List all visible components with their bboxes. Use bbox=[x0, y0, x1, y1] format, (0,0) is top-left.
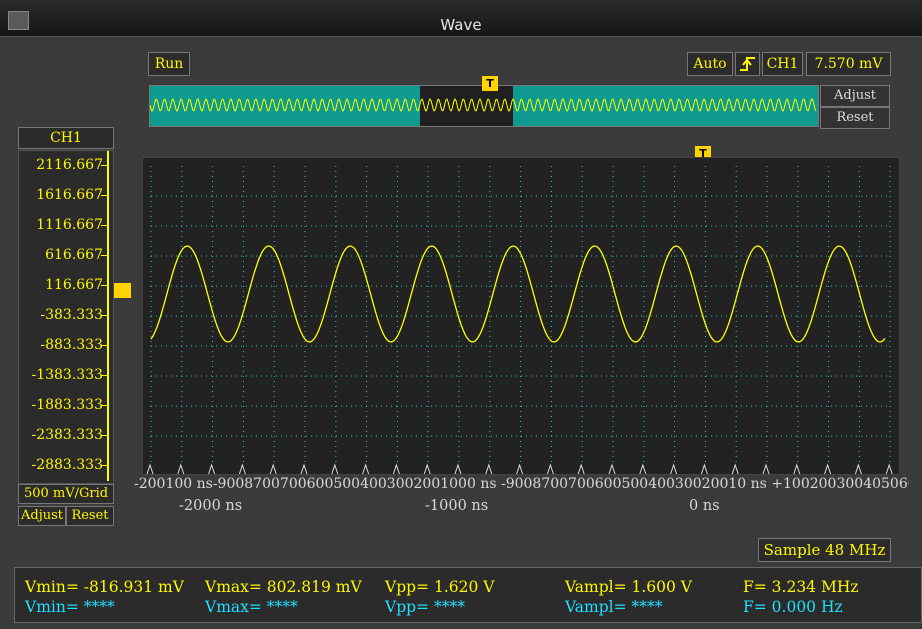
vampl-ref-value: Vampl= **** bbox=[565, 598, 663, 616]
y-axis-panel: 2116.667 1616.667 1116.667 616.667 116.667 -3… bbox=[18, 150, 114, 484]
x-label-zero: 0 ns bbox=[689, 498, 720, 514]
overview-trace bbox=[150, 98, 817, 112]
y-tick-mark bbox=[101, 195, 107, 196]
x-tick-mark bbox=[177, 463, 185, 475]
x-label-minus-1000: -1000 ns bbox=[425, 498, 489, 514]
x-tick-mark bbox=[300, 463, 308, 475]
frequency-ref-value: F= 0.000 Hz bbox=[743, 598, 843, 616]
vmin-ref-value: Vmin= **** bbox=[25, 598, 115, 616]
x-tick-mark bbox=[762, 463, 770, 475]
measurement-panel: Vmin= -816.931 mV Vmax= 802.819 mV Vpp= … bbox=[14, 567, 922, 623]
channel-label[interactable]: CH1 bbox=[18, 127, 114, 149]
y-tick-label: -383.333 bbox=[40, 307, 103, 323]
vmax-ref-value: Vmax= **** bbox=[205, 598, 298, 616]
y-tick-mark bbox=[101, 315, 107, 316]
y-tick-label: -1883.333 bbox=[31, 397, 103, 413]
frequency-value: F= 3.234 MHz bbox=[743, 578, 859, 596]
y-tick-mark bbox=[101, 405, 107, 406]
vampl-value: Vampl= 1.600 V bbox=[565, 578, 692, 596]
x-tick-mark bbox=[700, 463, 708, 475]
x-label-minus-2000: -2000 ns bbox=[179, 498, 243, 514]
ch1-adjust-button[interactable]: Adjust bbox=[18, 506, 66, 526]
scope-display[interactable] bbox=[142, 157, 900, 475]
ch1-offset-marker[interactable] bbox=[114, 283, 131, 298]
title-bar: Wave bbox=[0, 0, 922, 37]
x-tick-marks bbox=[146, 463, 893, 475]
x-tick-mark bbox=[362, 463, 370, 475]
x-tick-mark bbox=[824, 463, 832, 475]
y-tick-mark bbox=[101, 165, 107, 166]
sample-rate[interactable]: Sample 48 MHz bbox=[758, 538, 891, 562]
volts-per-div[interactable]: 500 mV/Grid bbox=[18, 484, 114, 504]
y-tick-label: 616.667 bbox=[45, 247, 103, 263]
waveform-overview[interactable] bbox=[149, 85, 819, 127]
x-tick-mark bbox=[208, 463, 216, 475]
x-tick-mark bbox=[854, 463, 862, 475]
x-tick-mark bbox=[269, 463, 277, 475]
overview-trigger-marker[interactable]: T bbox=[482, 76, 498, 91]
y-tick-label: -2883.333 bbox=[31, 457, 103, 473]
y-tick-label: -883.333 bbox=[40, 337, 103, 353]
vpp-value: Vpp= 1.620 V bbox=[385, 578, 495, 596]
x-tick-mark bbox=[146, 463, 154, 475]
ch1-reset-button[interactable]: Reset bbox=[66, 506, 114, 526]
window-title: Wave bbox=[440, 16, 482, 34]
y-tick-mark bbox=[101, 435, 107, 436]
x-tick-mark bbox=[423, 463, 431, 475]
y-tick-label: -1383.333 bbox=[31, 367, 103, 383]
x-tick-mark bbox=[639, 463, 647, 475]
y-tick-label: 2116.667 bbox=[36, 157, 103, 173]
x-minor-labels: -200100 ns-90087007006005004003002001000… bbox=[134, 476, 909, 492]
trigger-level-value[interactable]: 7.570 mV bbox=[806, 52, 891, 76]
x-tick-mark bbox=[485, 463, 493, 475]
vpp-ref-value: Vpp= **** bbox=[385, 598, 465, 616]
grid bbox=[150, 166, 891, 466]
x-tick-mark bbox=[670, 463, 678, 475]
x-tick-mark bbox=[793, 463, 801, 475]
y-tick-label: 116.667 bbox=[45, 277, 103, 293]
trigger-channel-button[interactable]: CH1 bbox=[762, 52, 803, 76]
y-tick-mark bbox=[101, 225, 107, 226]
x-tick-mark bbox=[546, 463, 554, 475]
vmin-value: Vmin= -816.931 mV bbox=[25, 578, 184, 596]
rising-edge-icon[interactable] bbox=[735, 52, 760, 76]
y-tick-mark bbox=[101, 255, 107, 256]
overview-reset-button[interactable]: Reset bbox=[820, 107, 890, 129]
x-tick-mark bbox=[577, 463, 585, 475]
trigger-mode-button[interactable]: Auto bbox=[687, 52, 733, 76]
y-tick-mark bbox=[101, 345, 107, 346]
run-button[interactable]: Run bbox=[148, 52, 190, 76]
overview-adjust-button[interactable]: Adjust bbox=[820, 85, 890, 107]
y-tick-mark bbox=[101, 465, 107, 466]
x-tick-mark bbox=[516, 463, 524, 475]
x-tick-mark bbox=[454, 463, 462, 475]
y-tick-mark bbox=[101, 375, 107, 376]
ch1-trace bbox=[150, 245, 886, 343]
vmax-value: Vmax= 802.819 mV bbox=[205, 578, 362, 596]
x-tick-mark bbox=[885, 463, 893, 475]
y-axis-line bbox=[107, 151, 109, 481]
x-tick-mark bbox=[238, 463, 246, 475]
x-tick-mark bbox=[731, 463, 739, 475]
x-tick-mark bbox=[331, 463, 339, 475]
y-tick-label: 1616.667 bbox=[36, 187, 103, 203]
x-tick-mark bbox=[392, 463, 400, 475]
y-tick-label: 1116.667 bbox=[36, 217, 103, 233]
y-tick-label: -2383.333 bbox=[31, 427, 103, 443]
y-tick-mark bbox=[101, 285, 107, 286]
scope-main: Run Auto CH1 7.570 mV T Adjust Reset CH1… bbox=[0, 37, 922, 629]
x-tick-mark bbox=[608, 463, 616, 475]
